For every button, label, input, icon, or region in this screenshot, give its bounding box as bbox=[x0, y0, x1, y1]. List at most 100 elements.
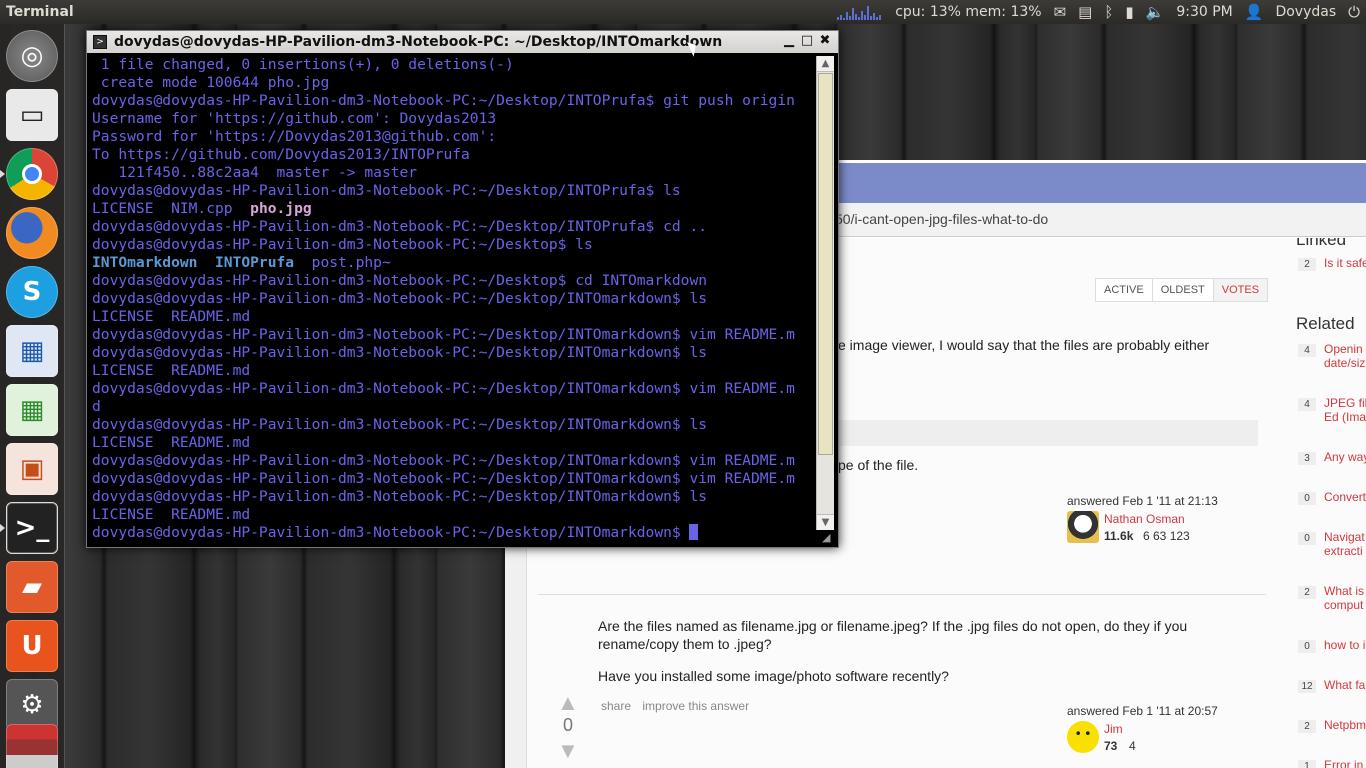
terminal-output[interactable]: 1 file changed, 0 insertions(+), 0 delet… bbox=[92, 56, 814, 544]
terminal-line: To https://github.com/Dovydas2013/INTOPr… bbox=[92, 146, 814, 164]
answer2-timestamp: answered Feb 1 '11 at 20:57 bbox=[1067, 704, 1218, 718]
mail-icon[interactable]: ✉ bbox=[1054, 3, 1067, 21]
line-text: LICENSE NIM.cpp bbox=[92, 200, 251, 217]
terminal-line: dovydas@dovydas-HP-Pavilion-dm3-Notebook… bbox=[92, 182, 814, 200]
answer2-user-link[interactable]: Jim bbox=[1104, 722, 1123, 736]
improve-answer-link[interactable]: improve this answer bbox=[642, 699, 749, 713]
ubuntu-one-icon[interactable]: U bbox=[6, 620, 58, 672]
answer2-text: Are the files named as filename.jpg or f… bbox=[598, 618, 1188, 634]
terminal-line: dovydas@dovydas-HP-Pavilion-dm3-Notebook… bbox=[92, 344, 814, 362]
avatar[interactable] bbox=[1067, 511, 1099, 543]
line-text: 121f450..88c2aa4 master -> master bbox=[92, 164, 418, 181]
avatar[interactable] bbox=[1067, 721, 1099, 753]
terminal-line: dovydas@dovydas-HP-Pavilion-dm3-Notebook… bbox=[92, 524, 814, 542]
link-count: 2 bbox=[1298, 720, 1316, 733]
terminal-window[interactable]: > dovydas@dovydas-HP-Pavilion-dm3-Notebo… bbox=[86, 30, 839, 548]
terminal-line: dovydas@dovydas-HP-Pavilion-dm3-Notebook… bbox=[92, 290, 814, 308]
terminal-line: LICENSE README.md bbox=[92, 434, 814, 452]
libreoffice-impress-icon[interactable]: ▣ bbox=[6, 443, 58, 495]
related-question-link[interactable]: how to image f bbox=[1324, 638, 1366, 652]
clock[interactable]: 9:30 PM bbox=[1176, 4, 1232, 20]
volume-icon[interactable]: 🔈 bbox=[1146, 3, 1165, 21]
share-link[interactable]: share bbox=[601, 699, 631, 713]
line-text: dovydas@dovydas-HP-Pavilion-dm3-Notebook… bbox=[92, 272, 708, 289]
file-listing: post.php~ bbox=[294, 254, 391, 271]
line-text: dovydas@dovydas-HP-Pavilion-dm3-Notebook… bbox=[92, 344, 708, 361]
clipboard-icon[interactable]: ▤ bbox=[1078, 3, 1092, 21]
line-text: dovydas@dovydas-HP-Pavilion-dm3-Notebook… bbox=[92, 380, 795, 397]
terminal-line: dovydas@dovydas-HP-Pavilion-dm3-Notebook… bbox=[92, 236, 814, 254]
line-text: LICENSE README.md bbox=[92, 362, 251, 379]
url-text[interactable]: 50/i-cant-open-jpg-files-what-to-do bbox=[835, 211, 1048, 227]
related-question-link[interactable]: Error in bbox=[1324, 758, 1366, 768]
skype-icon[interactable]: S bbox=[6, 266, 58, 318]
related-question-link[interactable]: Convert format bbox=[1324, 490, 1366, 504]
dash-home-icon[interactable]: ◎ bbox=[6, 30, 58, 82]
related-question-link[interactable]: What fa availabl bbox=[1324, 678, 1366, 692]
system-icon[interactable]: ⏻ bbox=[1348, 3, 1360, 21]
tab-votes[interactable]: VOTES bbox=[1213, 279, 1268, 301]
related-question-link[interactable]: Any way compre bbox=[1324, 450, 1366, 464]
answer1-text: e image viewer, I would say that the fil… bbox=[838, 337, 1210, 353]
line-text: dovydas@dovydas-HP-Pavilion-dm3-Notebook… bbox=[92, 92, 795, 109]
scroll-up-icon[interactable]: ▲ bbox=[817, 56, 834, 72]
bluetooth-icon[interactable]: ᛒ bbox=[1104, 3, 1113, 21]
terminal-line: LICENSE README.md bbox=[92, 506, 814, 524]
terminal-line: 1 file changed, 0 insertions(+), 0 delet… bbox=[92, 56, 814, 74]
link-count: 1 bbox=[1298, 760, 1316, 768]
related-question-link[interactable]: Openin modific date/siz bbox=[1324, 342, 1366, 370]
answer1-rep: 11.6k bbox=[1104, 529, 1134, 543]
scroll-down-icon[interactable]: ▼ bbox=[817, 514, 834, 530]
terminal-window-icon: > bbox=[93, 35, 107, 49]
user-icon[interactable]: 👤 bbox=[1245, 3, 1264, 21]
related-question-link[interactable]: JPEG fil (Hex Ed (Image bbox=[1324, 396, 1366, 424]
stacked-apps-icon[interactable] bbox=[6, 724, 58, 768]
vote-up-icon[interactable]: ▲ bbox=[557, 690, 579, 716]
linked-question-link[interactable]: Is it safe images bbox=[1324, 256, 1366, 270]
terminal-line: dovydas@dovydas-HP-Pavilion-dm3-Notebook… bbox=[92, 92, 814, 110]
line-text: dovydas@dovydas-HP-Pavilion-dm3-Notebook… bbox=[92, 524, 690, 541]
terminal-titlebar[interactable]: > dovydas@dovydas-HP-Pavilion-dm3-Notebo… bbox=[87, 31, 838, 53]
firefox-icon[interactable] bbox=[6, 207, 58, 259]
link-count: 0 bbox=[1298, 640, 1316, 653]
line-text: dovydas@dovydas-HP-Pavilion-dm3-Notebook… bbox=[92, 416, 708, 433]
libreoffice-calc-icon[interactable]: ▦ bbox=[6, 384, 58, 436]
tab-active[interactable]: ACTIVE bbox=[1096, 279, 1153, 301]
related-question-link[interactable]: Netpbm support bbox=[1324, 718, 1366, 732]
line-text: dovydas@dovydas-HP-Pavilion-dm3-Notebook… bbox=[92, 326, 795, 343]
link-count: 0 bbox=[1298, 532, 1316, 545]
signal-icon[interactable]: ▮ bbox=[1125, 3, 1133, 21]
terminal-line: dovydas@dovydas-HP-Pavilion-dm3-Notebook… bbox=[92, 326, 814, 344]
text-cursor bbox=[689, 524, 699, 540]
vote-down-icon[interactable]: ▼ bbox=[557, 738, 579, 764]
software-center-icon[interactable]: ▰ bbox=[6, 561, 58, 613]
answer-divider bbox=[538, 594, 1266, 595]
line-text: dovydas@dovydas-HP-Pavilion-dm3-Notebook… bbox=[92, 488, 708, 505]
chrome-icon[interactable] bbox=[6, 148, 58, 200]
minimize-icon[interactable]: ▁ bbox=[782, 33, 796, 49]
tab-oldest[interactable]: OLDEST bbox=[1152, 279, 1214, 301]
launcher: ◎ ▭ S ▦ ▦ ▣ >_ ▰ U ⚙ bbox=[0, 24, 65, 768]
cpu-graph-icon[interactable] bbox=[837, 4, 883, 20]
scroll-thumb[interactable] bbox=[818, 73, 833, 455]
link-count: 3 bbox=[1298, 452, 1316, 465]
close-icon[interactable]: ✖ bbox=[818, 33, 832, 49]
related-question-link[interactable]: Navigat Compre extracti bbox=[1324, 530, 1366, 558]
code-band bbox=[835, 420, 1258, 446]
terminal-icon[interactable]: >_ bbox=[6, 502, 58, 554]
vote-count: 0 bbox=[563, 715, 574, 735]
answer1-user-link[interactable]: Nathan Osman bbox=[1104, 512, 1185, 526]
resize-grip-icon[interactable]: ◢ bbox=[822, 531, 836, 545]
terminal-line: dovydas@dovydas-HP-Pavilion-dm3-Notebook… bbox=[92, 380, 814, 398]
related-question-link[interactable]: What is image U comput bbox=[1324, 584, 1366, 612]
libreoffice-draw-icon[interactable]: ▦ bbox=[6, 325, 58, 377]
terminal-line: 121f450..88c2aa4 master -> master bbox=[92, 164, 814, 182]
terminal-line: INTOmarkdown INTOPrufa post.php~ bbox=[92, 254, 814, 272]
cpu-mem-indicator[interactable]: cpu: 13% mem: 13% bbox=[895, 4, 1041, 20]
terminal-scrollbar[interactable]: ▲ ▼ bbox=[816, 56, 834, 530]
files-icon[interactable]: ▭ bbox=[6, 89, 58, 141]
maximize-icon[interactable]: □ bbox=[800, 33, 814, 49]
line-text: 1 file changed, 0 insertions(+), 0 delet… bbox=[92, 56, 514, 73]
username[interactable]: Dovydas bbox=[1275, 4, 1336, 20]
window-controls: ▁ □ ✖ bbox=[782, 33, 832, 49]
